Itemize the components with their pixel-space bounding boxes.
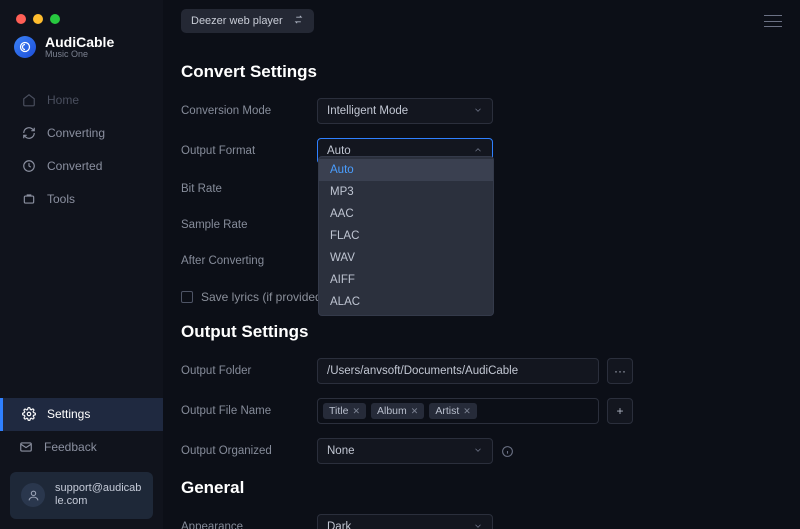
user-icon xyxy=(21,483,45,507)
section-title-general: General xyxy=(181,478,770,498)
converted-icon xyxy=(21,158,36,173)
input-value: /Users/anvsoft/Documents/AudiCable xyxy=(327,365,518,377)
dropdown-output-format: Auto MP3 AAC FLAC WAV AIFF ALAC xyxy=(318,156,494,316)
swap-icon xyxy=(293,14,304,28)
sidebar-item-home[interactable]: Home xyxy=(0,83,163,116)
sidebar-item-settings[interactable]: Settings xyxy=(0,398,163,431)
app-logo-block: AudiCable Music One xyxy=(0,0,163,77)
select-value: Dark xyxy=(327,521,351,529)
source-player-label: Deezer web player xyxy=(191,15,283,27)
sidebar-item-label: Tools xyxy=(47,192,75,206)
dropdown-option[interactable]: WAV xyxy=(319,247,493,269)
section-title-output: Output Settings xyxy=(181,322,770,342)
support-card[interactable]: support@audicable.com xyxy=(10,472,153,520)
dropdown-option[interactable]: AAC xyxy=(319,203,493,225)
maximize-window-button[interactable] xyxy=(50,14,60,24)
sidebar-item-label: Feedback xyxy=(44,440,97,454)
remove-tag-icon[interactable]: ✕ xyxy=(411,406,419,417)
input-output-filename[interactable]: Title✕ Album✕ Artist✕ xyxy=(317,398,599,424)
sidebar-nav: Home Converting Converted Tools xyxy=(0,77,163,398)
tools-icon xyxy=(21,191,36,206)
sidebar: AudiCable Music One Home Converting Conv… xyxy=(0,0,163,529)
sidebar-item-label: Converted xyxy=(47,159,102,173)
row-output-organized: Output Organized None xyxy=(181,438,770,464)
app-subtitle: Music One xyxy=(45,49,114,59)
row-appearance: Appearance Dark xyxy=(181,514,770,529)
sidebar-item-converted[interactable]: Converted xyxy=(0,149,163,182)
sidebar-item-tools[interactable]: Tools xyxy=(0,182,163,215)
add-tag-button[interactable]: + xyxy=(607,398,633,424)
label-output-organized: Output Organized xyxy=(181,445,317,457)
mail-icon xyxy=(18,440,33,455)
remove-tag-icon[interactable]: ✕ xyxy=(352,406,360,417)
select-value: None xyxy=(327,445,355,457)
support-email: support@audicable.com xyxy=(55,482,142,510)
info-icon[interactable] xyxy=(501,445,514,458)
select-value: Intelligent Mode xyxy=(327,105,408,117)
sidebar-item-label: Converting xyxy=(47,126,105,140)
label-after-converting: After Converting xyxy=(181,255,317,267)
window-controls xyxy=(16,14,60,24)
select-output-organized[interactable]: None xyxy=(317,438,493,464)
sidebar-item-converting[interactable]: Converting xyxy=(0,116,163,149)
row-output-folder: Output Folder /Users/anvsoft/Documents/A… xyxy=(181,358,770,384)
label-output-folder: Output Folder xyxy=(181,365,317,377)
checkbox-save-lyrics[interactable] xyxy=(181,291,193,303)
dropdown-option[interactable]: ALAC xyxy=(319,291,493,313)
filename-tag[interactable]: Artist✕ xyxy=(429,403,476,419)
sidebar-bottom: Settings Feedback support@audicable.com xyxy=(0,398,163,529)
dropdown-option[interactable]: MP3 xyxy=(319,181,493,203)
filename-tag[interactable]: Title✕ xyxy=(323,403,366,419)
topbar: Deezer web player xyxy=(163,0,800,42)
chevron-down-icon xyxy=(473,521,483,529)
filename-tag[interactable]: Album✕ xyxy=(371,403,424,419)
minimize-window-button[interactable] xyxy=(33,14,43,24)
sidebar-item-label: Settings xyxy=(47,407,90,421)
input-output-folder[interactable]: /Users/anvsoft/Documents/AudiCable xyxy=(317,358,599,384)
gear-icon xyxy=(21,407,36,422)
dropdown-option[interactable]: Auto xyxy=(319,159,493,181)
app-name: AudiCable xyxy=(45,35,114,49)
label-save-lyrics: Save lyrics (if provided) xyxy=(201,290,326,304)
label-sample-rate: Sample Rate xyxy=(181,219,317,231)
app-logo-icon xyxy=(14,36,36,58)
chevron-down-icon xyxy=(473,445,483,458)
section-title-convert: Convert Settings xyxy=(181,62,770,82)
label-conversion-mode: Conversion Mode xyxy=(181,105,317,117)
close-window-button[interactable] xyxy=(16,14,26,24)
sidebar-item-label: Home xyxy=(47,93,79,107)
row-conversion-mode: Conversion Mode Intelligent Mode xyxy=(181,98,770,124)
select-appearance[interactable]: Dark xyxy=(317,514,493,529)
dropdown-option[interactable]: AIFF xyxy=(319,269,493,291)
label-appearance: Appearance xyxy=(181,521,317,529)
menu-button[interactable] xyxy=(764,15,782,27)
label-output-format: Output Format xyxy=(181,145,317,157)
source-player-pill[interactable]: Deezer web player xyxy=(181,9,314,33)
select-conversion-mode[interactable]: Intelligent Mode xyxy=(317,98,493,124)
browse-folder-button[interactable]: ··· xyxy=(607,358,633,384)
chevron-down-icon xyxy=(473,105,483,118)
label-output-filename: Output File Name xyxy=(181,405,317,417)
home-icon xyxy=(21,92,36,107)
remove-tag-icon[interactable]: ✕ xyxy=(463,406,471,417)
sidebar-item-feedback[interactable]: Feedback xyxy=(0,431,163,464)
converting-icon xyxy=(21,125,36,140)
dropdown-option[interactable]: FLAC xyxy=(319,225,493,247)
row-output-filename: Output File Name Title✕ Album✕ Artist✕ + xyxy=(181,398,770,424)
label-bit-rate: Bit Rate xyxy=(181,183,317,195)
